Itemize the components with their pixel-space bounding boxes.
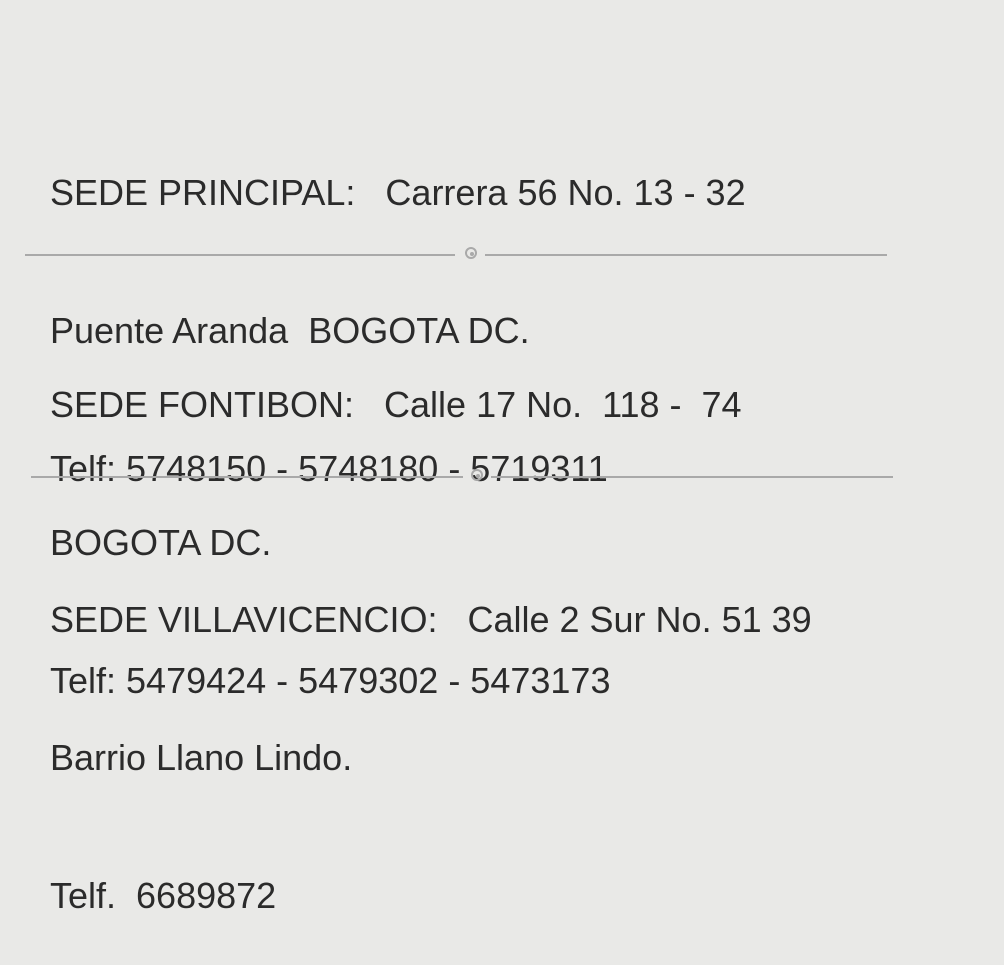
sede-principal-address: SEDE PRINCIPAL: Carrera 56 No. 13 - 32 xyxy=(50,172,746,213)
page: { "sedes": [ { "line1": "SEDE PRINCIPAL:… xyxy=(0,0,1004,916)
section-divider xyxy=(25,247,887,263)
divider-ornament-icon xyxy=(471,469,483,481)
divider-rule-right xyxy=(491,476,893,478)
divider-ornament-icon xyxy=(465,247,477,259)
divider-rule-left xyxy=(25,254,455,256)
section-divider xyxy=(31,469,893,485)
sede-fontibon-address: SEDE FONTIBON: Calle 17 No. 118 - 74 xyxy=(50,384,742,425)
sede-villavicencio-block: SEDE VILLAVICENCIO: Calle 2 Sur No. 51 3… xyxy=(50,505,812,965)
sede-villavicencio-phone: Telf. 6689872 xyxy=(50,875,277,916)
divider-rule-right xyxy=(485,254,887,256)
divider-rule-left xyxy=(31,476,463,478)
sede-villavicencio-address: SEDE VILLAVICENCIO: Calle 2 Sur No. 51 3… xyxy=(50,599,812,640)
sede-villavicencio-neighborhood: Barrio Llano Lindo. xyxy=(50,737,353,778)
